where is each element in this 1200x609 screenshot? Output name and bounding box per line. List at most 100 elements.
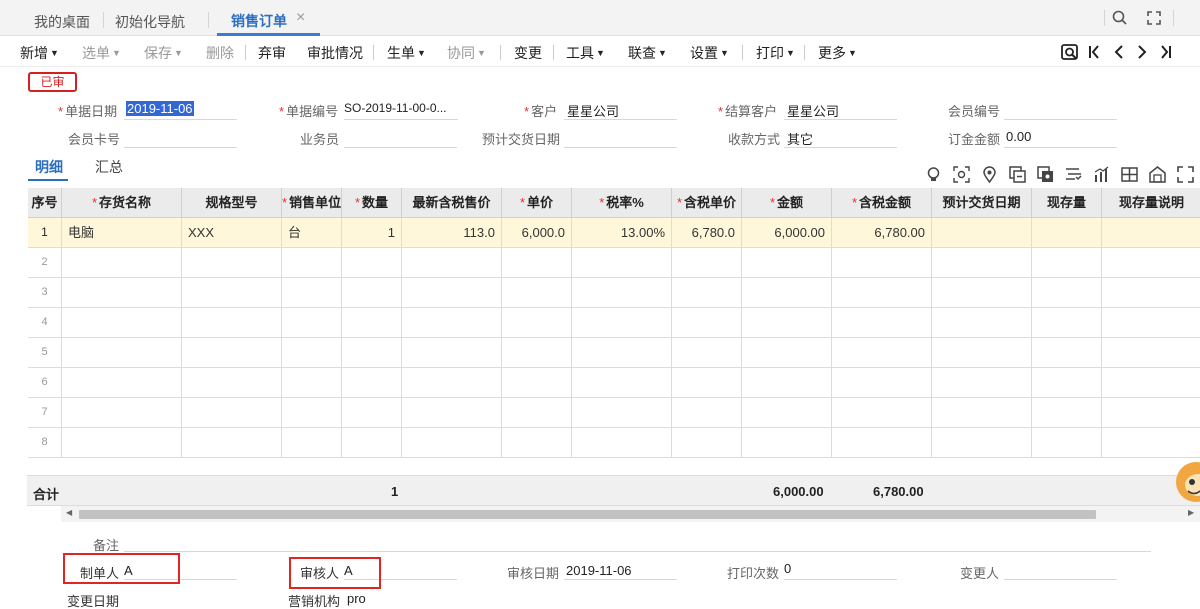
- cell-stock[interactable]: [1032, 248, 1102, 278]
- cell-tax-unit-price[interactable]: 6,780.0: [672, 218, 742, 248]
- cell-spec[interactable]: [182, 308, 282, 338]
- assistant-mascot-icon[interactable]: [1172, 458, 1200, 504]
- warehouse-icon[interactable]: [1149, 166, 1166, 183]
- unaudit-button[interactable]: 弃审: [258, 43, 286, 63]
- cell-latest-price[interactable]: 113.0: [402, 218, 502, 248]
- print-menu[interactable]: 打印 ▼: [756, 43, 795, 63]
- cell-quantity[interactable]: [342, 428, 402, 458]
- column-header-tax-amount[interactable]: * 含税金额: [832, 188, 932, 218]
- cell-amount[interactable]: [742, 278, 832, 308]
- tab-detail[interactable]: 明细: [35, 157, 63, 177]
- cell-amount[interactable]: [742, 428, 832, 458]
- cell-stock[interactable]: [1032, 428, 1102, 458]
- cell-stock[interactable]: [1032, 338, 1102, 368]
- generate-bill-button[interactable]: 生单 ▼: [387, 43, 426, 63]
- cell-latest-price[interactable]: [402, 368, 502, 398]
- cell-stock-note[interactable]: [1102, 368, 1200, 398]
- next-record-icon[interactable]: [1132, 42, 1152, 62]
- cell-spec[interactable]: [182, 428, 282, 458]
- cell-amount[interactable]: 6,000.00: [742, 218, 832, 248]
- cell-expected-date[interactable]: [932, 218, 1032, 248]
- cell-tax-unit-price[interactable]: [672, 368, 742, 398]
- cell-tax-amount[interactable]: [832, 308, 932, 338]
- cell-stock-note[interactable]: [1102, 248, 1200, 278]
- cell-unit[interactable]: [282, 248, 342, 278]
- cell-tax-unit-price[interactable]: [672, 398, 742, 428]
- cell-unit[interactable]: [282, 308, 342, 338]
- cell-latest-price[interactable]: [402, 338, 502, 368]
- column-header-tax-unit-price[interactable]: * 含税单价: [672, 188, 742, 218]
- cell-spec[interactable]: [182, 368, 282, 398]
- deposit-field[interactable]: 0.00: [1006, 129, 1031, 144]
- cell-unit-price[interactable]: [502, 338, 572, 368]
- location-pin-icon[interactable]: [981, 166, 998, 183]
- column-header-spec[interactable]: 规格型号: [182, 188, 282, 218]
- cell-tax-rate[interactable]: [572, 308, 672, 338]
- last-record-icon[interactable]: [1155, 42, 1175, 62]
- table-row[interactable]: 6: [28, 368, 1200, 398]
- column-header-tax-rate[interactable]: * 税率%: [572, 188, 672, 218]
- cell-item-name[interactable]: [62, 368, 182, 398]
- cell-stock-note[interactable]: [1102, 218, 1200, 248]
- table-row[interactable]: 4: [28, 308, 1200, 338]
- bulb-icon[interactable]: [925, 166, 942, 183]
- fullscreen-icon[interactable]: [1177, 166, 1194, 183]
- cell-expected-date[interactable]: [932, 338, 1032, 368]
- cell-tax-amount[interactable]: [832, 398, 932, 428]
- column-header-item-name[interactable]: * 存货名称: [62, 188, 182, 218]
- column-header-unit-price[interactable]: * 单价: [502, 188, 572, 218]
- cell-unit-price[interactable]: [502, 368, 572, 398]
- delete-button[interactable]: 删除: [206, 43, 234, 63]
- cell-tax-rate[interactable]: [572, 368, 672, 398]
- tab-close-icon[interactable]: ×: [296, 9, 305, 27]
- select-bill-button[interactable]: 选单 ▼: [82, 43, 121, 63]
- scrollbar-thumb[interactable]: [79, 510, 1096, 519]
- cell-tax-rate[interactable]: [572, 278, 672, 308]
- save-button[interactable]: 保存 ▼: [144, 43, 183, 63]
- copy-row-icon[interactable]: [1009, 166, 1026, 183]
- scroll-right-icon[interactable]: ▶: [1188, 508, 1194, 517]
- cell-expected-date[interactable]: [932, 248, 1032, 278]
- cell-spec[interactable]: [182, 398, 282, 428]
- cell-spec[interactable]: XXX: [182, 218, 282, 248]
- more-menu[interactable]: 更多 ▼: [818, 43, 857, 63]
- column-header-stock-note[interactable]: 现存量说明: [1102, 188, 1200, 218]
- cell-stock-note[interactable]: [1102, 398, 1200, 428]
- new-button[interactable]: 新增 ▼: [20, 43, 59, 63]
- cell-unit-price[interactable]: [502, 308, 572, 338]
- tools-menu[interactable]: 工具 ▼: [566, 43, 605, 63]
- cell-stock-note[interactable]: [1102, 338, 1200, 368]
- cell-expected-date[interactable]: [932, 308, 1032, 338]
- table-row[interactable]: 7: [28, 398, 1200, 428]
- cell-unit-price[interactable]: [502, 278, 572, 308]
- cell-tax-amount[interactable]: [832, 428, 932, 458]
- cell-latest-price[interactable]: [402, 398, 502, 428]
- locate-icon[interactable]: [1060, 42, 1080, 62]
- chart-icon[interactable]: [1093, 166, 1110, 183]
- customer-field[interactable]: 星星公司: [567, 101, 619, 120]
- cell-stock[interactable]: [1032, 218, 1102, 248]
- cell-tax-amount[interactable]: [832, 338, 932, 368]
- cell-quantity[interactable]: [342, 308, 402, 338]
- cell-expected-date[interactable]: [932, 278, 1032, 308]
- cell-latest-price[interactable]: [402, 308, 502, 338]
- cell-stock[interactable]: [1032, 398, 1102, 428]
- cell-quantity[interactable]: [342, 398, 402, 428]
- table-row[interactable]: 3: [28, 278, 1200, 308]
- table-row[interactable]: 5: [28, 338, 1200, 368]
- cell-unit-price[interactable]: [502, 248, 572, 278]
- cell-tax-unit-price[interactable]: [672, 308, 742, 338]
- cell-tax-unit-price[interactable]: [672, 338, 742, 368]
- collaborate-button[interactable]: 协同 ▼: [447, 43, 486, 63]
- cell-unit-price[interactable]: [502, 398, 572, 428]
- cell-stock-note[interactable]: [1102, 278, 1200, 308]
- cell-unit[interactable]: 台: [282, 218, 342, 248]
- cell-amount[interactable]: [742, 248, 832, 278]
- previous-record-icon[interactable]: [1109, 42, 1129, 62]
- cell-quantity[interactable]: [342, 248, 402, 278]
- cell-item-name[interactable]: 电脑: [62, 218, 182, 248]
- cell-unit[interactable]: [282, 338, 342, 368]
- cell-unit-price[interactable]: [502, 428, 572, 458]
- settings-menu[interactable]: 设置 ▼: [690, 43, 729, 63]
- cell-tax-amount[interactable]: [832, 368, 932, 398]
